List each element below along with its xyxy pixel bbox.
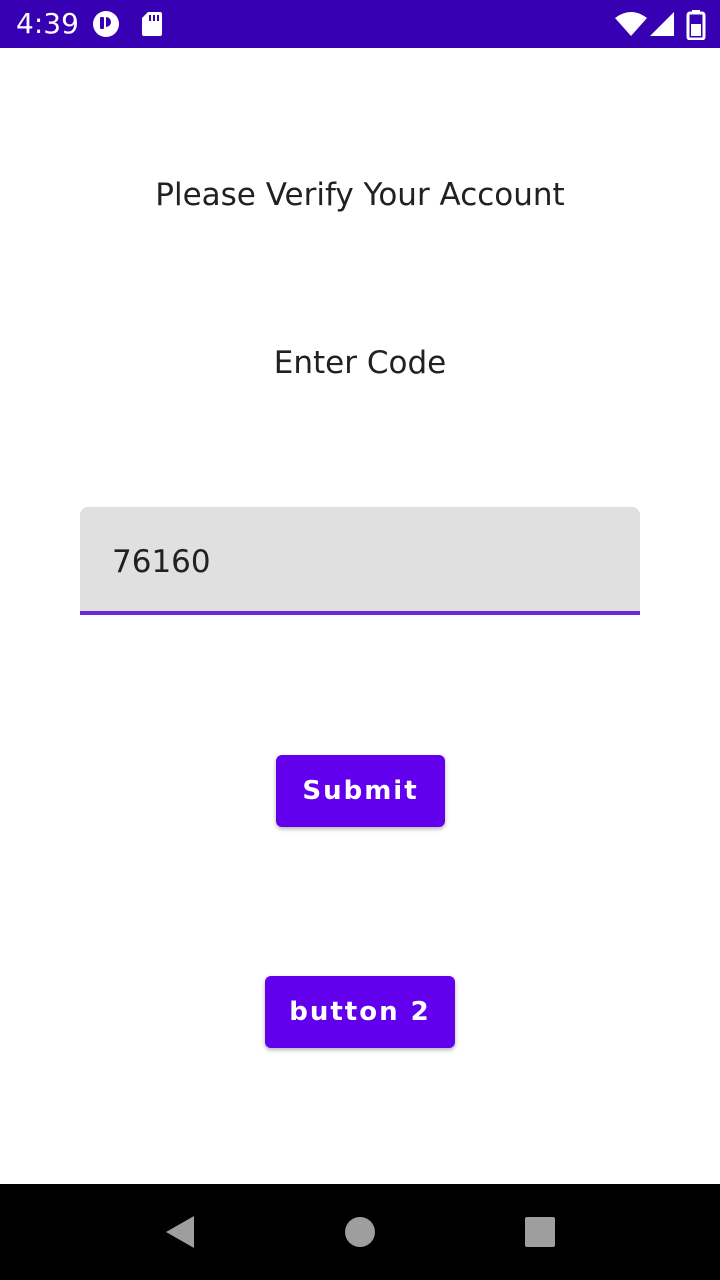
screen: 4:39 Please Verify Your Account Enter Co… [0,0,720,1280]
back-icon[interactable] [160,1212,200,1252]
button-2[interactable]: button 2 [265,976,455,1048]
home-icon[interactable] [340,1212,380,1252]
wifi-icon [614,10,648,38]
code-input[interactable] [112,537,592,587]
status-bar: 4:39 [0,0,720,48]
recents-icon[interactable] [520,1212,560,1252]
sd-card-icon [140,10,168,38]
navigation-bar [0,1184,720,1280]
page-title: Please Verify Your Account [155,177,565,213]
enter-code-label: Enter Code [273,345,447,381]
notification-app-icon [92,10,120,38]
code-field[interactable] [80,507,640,615]
status-time: 4:39 [16,7,79,40]
battery-icon [686,10,706,41]
cell-signal-icon [648,10,676,38]
submit-button[interactable]: Submit [276,755,445,827]
